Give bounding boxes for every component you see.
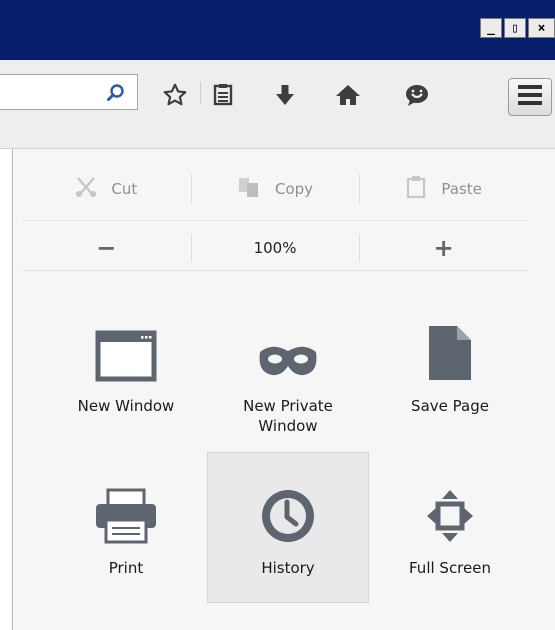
zoom-out-button[interactable]: − bbox=[22, 226, 191, 270]
search-icon[interactable] bbox=[104, 81, 128, 105]
history-button[interactable]: History bbox=[207, 452, 369, 603]
cut-label: Cut bbox=[111, 180, 138, 198]
navigation-toolbar bbox=[0, 60, 555, 149]
history-label: History bbox=[261, 559, 315, 577]
copy-icon bbox=[237, 176, 261, 202]
zoom-reset-button[interactable]: 100% bbox=[190, 226, 360, 270]
mask-icon bbox=[256, 310, 320, 382]
chat-icon[interactable] bbox=[402, 80, 432, 110]
printer-icon bbox=[94, 472, 158, 544]
downloads-icon[interactable] bbox=[270, 80, 300, 110]
cut-button[interactable]: Cut bbox=[22, 166, 191, 212]
full-screen-button[interactable]: Full Screen bbox=[369, 452, 531, 602]
zoom-in-button[interactable]: + bbox=[359, 226, 528, 270]
clipboard-icon bbox=[405, 175, 427, 203]
copy-label: Copy bbox=[274, 180, 314, 198]
zoom-controls: − 100% + bbox=[22, 226, 528, 271]
minimize-button[interactable]: _ bbox=[480, 18, 502, 38]
copy-button[interactable]: Copy bbox=[190, 166, 360, 212]
full-screen-label: Full Screen bbox=[409, 559, 491, 577]
window-icon bbox=[95, 310, 157, 382]
restore-button[interactable]: ▯ bbox=[504, 18, 526, 38]
bookmark-star-icon[interactable] bbox=[160, 80, 190, 110]
paste-label: Paste bbox=[441, 180, 482, 198]
fullscreen-icon bbox=[425, 472, 475, 544]
minimize-icon: _ bbox=[487, 20, 495, 36]
print-label: Print bbox=[108, 559, 144, 577]
clock-icon bbox=[260, 472, 316, 544]
reading-list-icon[interactable] bbox=[208, 80, 238, 110]
restore-icon: ▯ bbox=[511, 20, 519, 36]
zoom-level: 100% bbox=[253, 239, 297, 257]
close-icon: × bbox=[537, 20, 546, 36]
print-button[interactable]: Print bbox=[45, 452, 207, 602]
menu-divider bbox=[22, 220, 528, 221]
new-window-button[interactable]: New Window bbox=[45, 290, 207, 440]
plus-icon: + bbox=[433, 234, 454, 262]
page-icon bbox=[427, 310, 473, 382]
window-titlebar: _ ▯ × bbox=[0, 0, 555, 60]
open-menu-button[interactable] bbox=[508, 78, 552, 116]
new-private-window-button[interactable]: New Private Window bbox=[207, 290, 369, 440]
save-page-label: Save Page bbox=[411, 397, 489, 415]
save-page-button[interactable]: Save Page bbox=[369, 290, 531, 440]
new-private-window-label: New Private Window bbox=[243, 397, 333, 435]
edit-controls: Cut Copy Paste bbox=[22, 166, 528, 212]
hamburger-menu-icon bbox=[517, 84, 543, 110]
paste-button[interactable]: Paste bbox=[359, 166, 528, 212]
scissors-icon bbox=[75, 176, 97, 202]
home-icon[interactable] bbox=[333, 80, 363, 110]
new-window-label: New Window bbox=[77, 397, 175, 415]
toolbar-separator bbox=[200, 82, 201, 104]
minus-icon: − bbox=[96, 234, 117, 262]
search-bar[interactable] bbox=[0, 74, 138, 110]
close-window-button[interactable]: × bbox=[528, 18, 555, 38]
